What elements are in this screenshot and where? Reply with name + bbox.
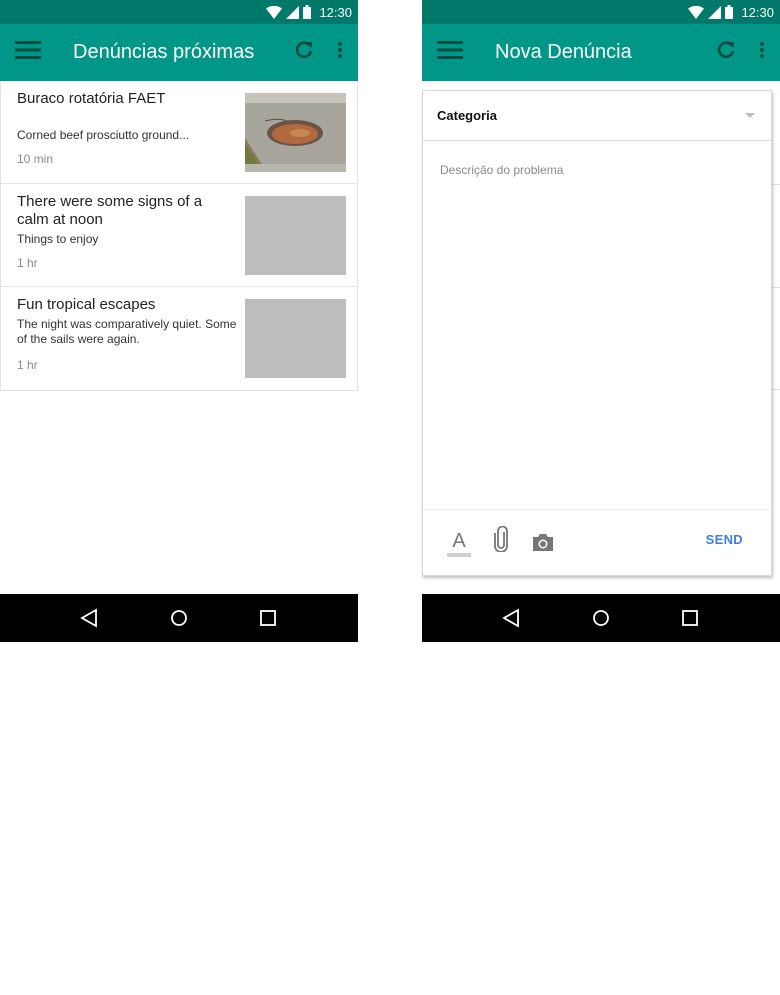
navigation-bar: [0, 594, 358, 642]
item-title: Fun tropical escapes: [17, 296, 156, 313]
more-vert-icon: [760, 42, 764, 63]
app-bar: Denúncias próximas: [0, 24, 358, 81]
recents-button[interactable]: [679, 607, 701, 629]
menu-icon: [437, 41, 463, 64]
item-time: 1 hr: [17, 358, 38, 372]
menu-icon: [15, 41, 41, 64]
back-icon: [501, 608, 523, 633]
text-format-button[interactable]: A: [447, 529, 471, 557]
item-time: 1 hr: [17, 256, 38, 270]
background-divider: [772, 184, 780, 185]
home-button[interactable]: [590, 607, 612, 629]
home-icon: [168, 610, 190, 633]
home-icon: [590, 610, 612, 633]
signal-icon: [286, 5, 300, 19]
page-title: Nova Denúncia: [495, 41, 632, 63]
item-subtitle: The night was comparatively quiet. Some …: [17, 317, 237, 346]
app-bar: Nova Denúncia: [422, 24, 780, 81]
battery-icon: [303, 5, 312, 19]
compose-toolbar: A SEND: [423, 509, 771, 575]
item-subtitle: Things to enjoy: [17, 232, 99, 246]
image-placeholder: [245, 196, 346, 275]
signal-icon: [708, 5, 722, 19]
wifi-icon: [688, 5, 705, 19]
more-options-button[interactable]: [322, 24, 358, 81]
battery-icon: [725, 5, 734, 19]
recents-button[interactable]: [257, 607, 279, 629]
back-icon: [79, 608, 101, 633]
recents-icon: [679, 610, 701, 633]
refresh-icon: [294, 40, 314, 65]
category-select[interactable]: Categoria: [423, 91, 771, 141]
back-button[interactable]: [501, 607, 523, 629]
list-item[interactable]: There were some signs of a calm at noon …: [1, 184, 357, 287]
new-report-form: Categoria Descrição do problema A SEND: [422, 90, 772, 576]
refresh-button[interactable]: [286, 24, 322, 81]
list-item[interactable]: Fun tropical escapes The night was compa…: [1, 287, 357, 390]
back-button[interactable]: [79, 607, 101, 629]
background-divider: [772, 287, 780, 288]
item-title: There were some signs of a calm at noon: [17, 193, 203, 228]
refresh-button[interactable]: [708, 24, 744, 81]
status-time: 12:30: [319, 4, 352, 20]
status-bar: 12:30: [0, 0, 358, 24]
more-options-button[interactable]: [744, 24, 780, 81]
text-format-glyph: A: [452, 530, 466, 552]
more-vert-icon: [338, 42, 342, 63]
item-title: Buraco rotatória FAET: [17, 90, 166, 107]
refresh-icon: [716, 40, 736, 65]
status-bar: 12:30: [422, 0, 780, 24]
category-label: Categoria: [437, 108, 497, 123]
navigation-bar: [422, 594, 780, 642]
wifi-icon: [266, 5, 283, 19]
pothole-photo: [245, 93, 346, 172]
recents-icon: [257, 610, 279, 633]
phone-screen-new-report: 12:30 Nova Denúncia Categoria Descrição …: [422, 0, 780, 642]
item-time: 10 min: [17, 152, 54, 166]
background-divider: [772, 389, 780, 390]
dropdown-arrow-icon: [745, 113, 755, 118]
home-button[interactable]: [168, 607, 190, 629]
send-button[interactable]: SEND: [706, 532, 743, 547]
image-placeholder: [245, 299, 346, 378]
status-time: 12:30: [741, 4, 774, 20]
item-subtitle: Corned beef prosciutto ground...: [17, 128, 190, 142]
text-format-icon: A: [447, 531, 471, 557]
phone-screen-list: 12:30 Denúncias próximas Buraco rotatóri…: [0, 0, 358, 642]
camera-button[interactable]: [531, 532, 555, 557]
attach-icon: [494, 525, 508, 557]
description-input[interactable]: Descrição do problema: [440, 163, 563, 177]
menu-button[interactable]: [422, 24, 478, 81]
camera-icon: [531, 532, 555, 557]
report-list: Buraco rotatória FAET Corned beef prosci…: [0, 81, 358, 391]
list-item[interactable]: Buraco rotatória FAET Corned beef prosci…: [1, 81, 357, 184]
page-title: Denúncias próximas: [73, 41, 255, 63]
menu-button[interactable]: [0, 24, 56, 81]
attach-button[interactable]: [493, 525, 509, 557]
